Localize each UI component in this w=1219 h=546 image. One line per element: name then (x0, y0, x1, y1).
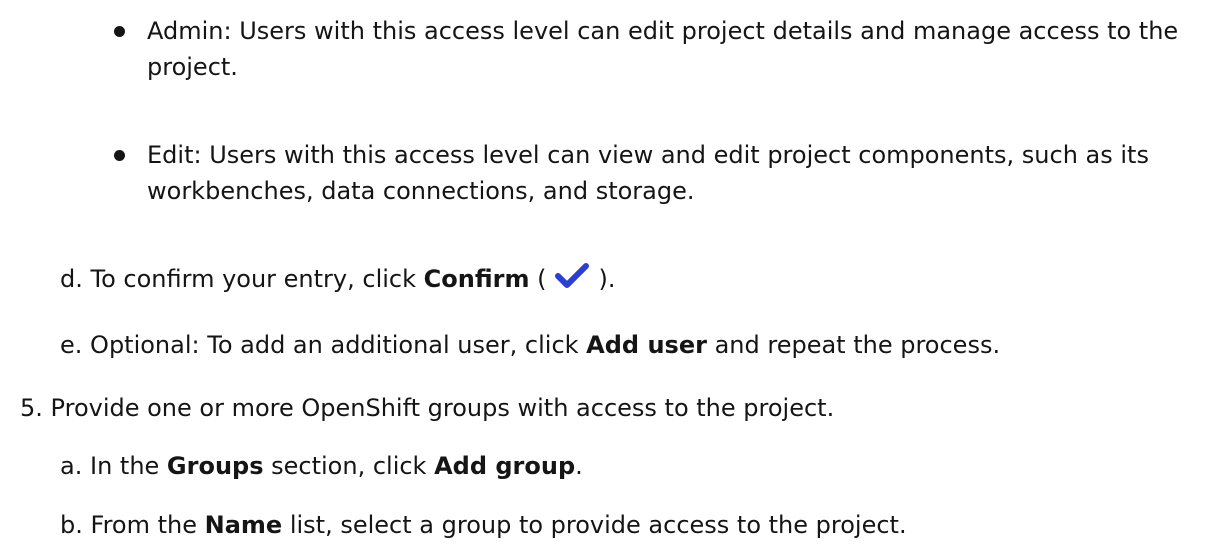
add-user-label: Add user (586, 331, 707, 359)
step-5b: b. From the Name list, select a group to… (60, 506, 907, 544)
step-5a-marker: a. (60, 452, 83, 480)
bullet-dot (114, 26, 125, 37)
step-e-text: Optional: To add an additional user, cli… (90, 331, 587, 359)
step-e-marker: e. (60, 331, 83, 359)
bullet-dot (114, 150, 125, 161)
add-group-label: Add group (434, 452, 576, 480)
step-5a-text: In the (89, 452, 167, 480)
name-label: Name (204, 511, 283, 539)
confirm-label: Confirm (423, 265, 530, 293)
step-5a-middle: section, click (263, 452, 435, 480)
step-d: d. To confirm your entry, click Confirm … (60, 260, 615, 298)
groups-label: Groups (166, 452, 264, 480)
step-d-paren-close: ). (598, 265, 616, 293)
step-e-suffix: and repeat the process. (706, 331, 1001, 359)
step-5a-suffix: . (575, 452, 583, 480)
step-5b-suffix: list, select a group to provide access t… (282, 511, 907, 539)
checkmark-icon (555, 263, 590, 288)
step-5-marker: 5. (20, 394, 43, 422)
step-d-marker: d. (60, 265, 83, 293)
step-5a: a. In the Groups section, click Add grou… (60, 447, 583, 485)
step-5-text: Provide one or more OpenShift groups wit… (50, 394, 835, 422)
bullet-admin-line-2: project. (147, 53, 238, 81)
step-5: 5. Provide one or more OpenShift groups … (20, 389, 834, 427)
bullet-edit-line-2: workbenches, data connections, and stora… (147, 177, 695, 205)
bullet-edit-line-1: Edit: Users with this access level can v… (147, 141, 1149, 169)
step-5b-text: From the (90, 511, 205, 539)
step-5b-marker: b. (60, 511, 83, 539)
bullet-admin-line-1: Admin: Users with this access level can … (147, 17, 1179, 45)
document-body: Admin: Users with this access level can … (0, 0, 1219, 546)
step-d-text: To confirm your entry, click (90, 265, 424, 293)
step-e: e. Optional: To add an additional user, … (60, 326, 1000, 364)
step-d-paren-open: ( (529, 265, 547, 293)
